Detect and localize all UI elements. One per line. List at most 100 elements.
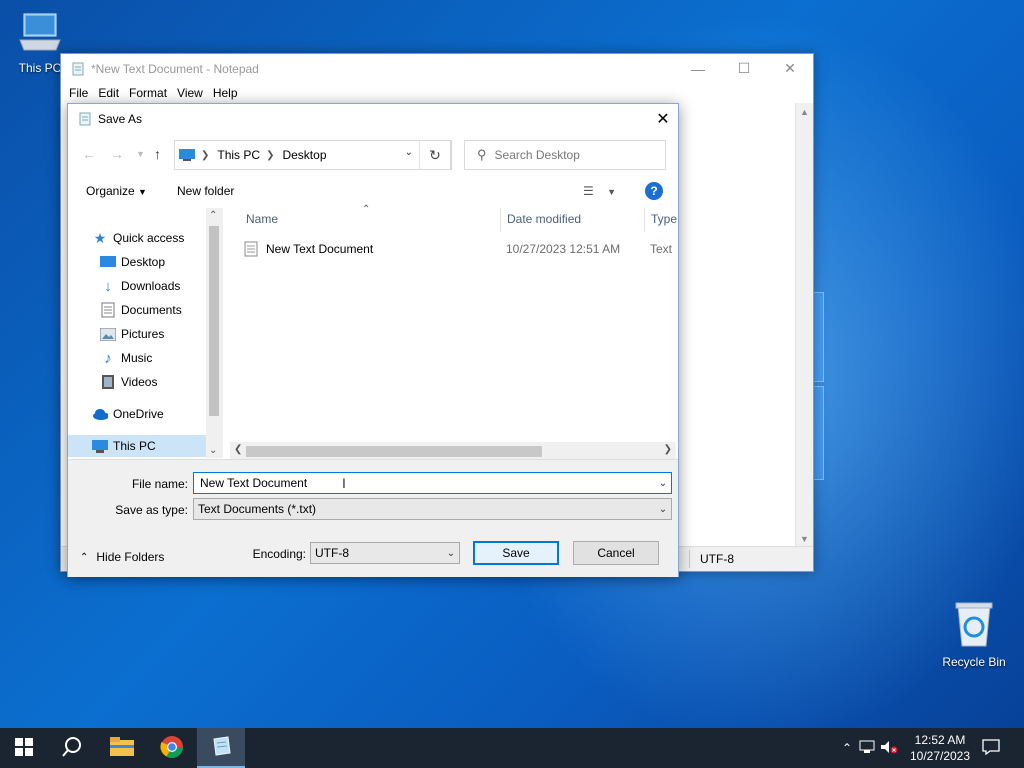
organize-label: Organize	[86, 184, 135, 198]
notepad-menu-bar: File Edit Format View Help	[61, 83, 813, 103]
hide-folders-label: Hide Folders	[96, 550, 165, 564]
desktop-folder-icon	[100, 254, 116, 270]
folder-icon	[110, 736, 134, 760]
notepad-vertical-scrollbar[interactable]: ▲ ▼	[795, 103, 813, 548]
star-icon: ★	[93, 229, 107, 246]
menu-edit[interactable]: Edit	[94, 86, 123, 100]
network-icon[interactable]	[856, 740, 878, 757]
file-explorer-taskbar-button[interactable]	[98, 728, 146, 768]
show-hidden-icons-button[interactable]: ⌃	[838, 741, 856, 755]
menu-view[interactable]: View	[173, 86, 207, 100]
music-icon: ♪	[104, 349, 112, 367]
tree-item-this-pc[interactable]: This PC	[68, 435, 206, 457]
search-icon	[61, 736, 83, 761]
column-header-name[interactable]: Name	[246, 206, 278, 232]
tree-item-documents[interactable]: Documents 📌	[100, 299, 223, 321]
recent-locations-button[interactable]: ▼	[136, 149, 145, 159]
tree-item-quick-access[interactable]: ★ Quick access	[92, 227, 223, 249]
minimize-button[interactable]: —	[675, 54, 721, 83]
notepad-taskbar-button[interactable]	[197, 728, 245, 768]
system-tray: ⌃	[838, 728, 900, 768]
tree-item-downloads[interactable]: ↓ Downloads 📌	[100, 275, 223, 297]
breadcrumb-desktop[interactable]: Desktop	[282, 148, 326, 162]
up-arrow-icon: ↑	[154, 146, 161, 162]
column-separator[interactable]	[644, 208, 645, 232]
refresh-icon: ↻	[429, 146, 441, 163]
search-box[interactable]: ⚲ Search Desktop	[464, 140, 666, 170]
dialog-footer: File name: New Text Document I ⌄ Save as…	[68, 459, 678, 577]
close-icon: ✕	[784, 60, 796, 76]
scroll-down-icon: ⌄	[209, 445, 218, 456]
address-bar[interactable]: ❯ This PC ❯ Desktop ⌄	[174, 140, 452, 170]
volume-muted-icon[interactable]	[878, 740, 900, 757]
navigation-pane-scrollbar[interactable]: ⌃ ⌄	[206, 208, 223, 458]
start-button[interactable]	[0, 728, 48, 768]
encoding-label: Encoding:	[252, 547, 306, 561]
search-taskbar-button[interactable]	[48, 728, 96, 768]
chrome-taskbar-button[interactable]	[148, 728, 196, 768]
hide-folders-button[interactable]: ⌃ Hide Folders	[80, 550, 164, 564]
file-name: New Text Document	[266, 242, 374, 256]
save-as-type-label: Save as type:	[115, 503, 188, 517]
chevron-up-icon: ⌃	[80, 551, 89, 563]
desktop-icon-recycle-bin[interactable]: Recycle Bin	[934, 600, 1014, 669]
scrollbar-thumb[interactable]	[209, 226, 219, 416]
text-file-icon	[244, 241, 260, 257]
tree-item-music[interactable]: ♪ Music	[100, 347, 223, 369]
encoding-select[interactable]: UTF-8 ⌄	[310, 542, 460, 564]
notifications-button[interactable]	[968, 728, 1014, 768]
command-bar: Organize ▼ New folder ☰ ▼ ?	[68, 178, 678, 206]
dialog-title-bar[interactable]: Save As ✕	[68, 104, 678, 134]
organize-button[interactable]: Organize ▼	[86, 184, 147, 198]
this-pc-icon	[92, 438, 108, 454]
tree-item-label: This PC	[113, 439, 156, 453]
menu-file[interactable]: File	[65, 86, 92, 100]
minimize-icon: —	[691, 60, 705, 77]
file-list-horizontal-scrollbar[interactable]: ❮ ❯	[230, 442, 676, 459]
dialog-close-button[interactable]: ✕	[648, 104, 678, 134]
back-button[interactable]: ←	[82, 146, 96, 162]
help-button[interactable]: ?	[645, 182, 663, 200]
forward-button[interactable]: →	[110, 146, 124, 162]
save-button[interactable]: Save	[473, 541, 559, 565]
tree-item-desktop[interactable]: Desktop 📌	[100, 251, 223, 273]
maximize-button[interactable]: ☐	[721, 54, 767, 83]
file-name-value: New Text Document	[200, 476, 308, 490]
navigation-pane: ★ Quick access Desktop 📌 ↓ Downloads 📌 D…	[68, 206, 223, 458]
scrollbar-thumb[interactable]	[246, 446, 542, 457]
new-folder-button[interactable]: New folder	[177, 184, 234, 198]
search-icon: ⚲	[477, 147, 487, 162]
tree-item-label: Music	[121, 351, 153, 365]
view-options-button[interactable]: ☰ ▼	[583, 184, 616, 198]
column-header-date-modified[interactable]: Date modified	[507, 206, 581, 232]
navigation-bar: ← → ▼ ↑ ❯ This PC ❯ Desktop ⌄ ↻ ⚲ Search…	[68, 138, 678, 172]
notepad-title-bar[interactable]: *New Text Document - Notepad — ☐ ✕	[61, 54, 813, 83]
save-as-dialog: Save As ✕ ← → ▼ ↑ ❯ This PC ❯ Desktop ⌄ …	[67, 103, 679, 577]
cancel-button[interactable]: Cancel	[573, 541, 659, 565]
videos-icon	[100, 374, 116, 390]
address-dropdown-button[interactable]: ⌄	[405, 147, 413, 158]
save-as-type-select[interactable]: Text Documents (*.txt) ⌄	[193, 498, 672, 520]
column-separator[interactable]	[500, 208, 501, 232]
chevron-down-icon[interactable]: ⌄	[655, 478, 671, 489]
file-name-input[interactable]: New Text Document I ⌄	[193, 472, 672, 494]
tree-item-onedrive[interactable]: OneDrive	[92, 403, 223, 425]
up-button[interactable]: ↑	[154, 146, 161, 162]
close-button[interactable]: ✕	[767, 54, 813, 83]
refresh-button[interactable]: ↻	[419, 140, 451, 170]
notepad-icon	[78, 112, 92, 126]
tree-item-label: Downloads	[121, 279, 181, 293]
notepad-title: *New Text Document - Notepad	[91, 61, 259, 76]
file-date-modified: 10/27/2023 12:51 AM	[506, 242, 621, 256]
tree-item-videos[interactable]: Videos	[100, 371, 223, 393]
column-header-type[interactable]: Type	[651, 206, 677, 232]
close-icon: ✕	[656, 111, 670, 128]
menu-format[interactable]: Format	[125, 86, 171, 100]
file-row[interactable]: New Text Document 10/27/2023 12:51 AM Te…	[244, 238, 674, 260]
pictures-icon	[100, 326, 116, 342]
breadcrumb-this-pc[interactable]: This PC	[217, 148, 260, 162]
tree-item-label: Pictures	[121, 327, 165, 341]
chevron-down-icon: ⌄	[446, 547, 456, 559]
tree-item-pictures[interactable]: Pictures 📌	[100, 323, 223, 345]
menu-help[interactable]: Help	[209, 86, 242, 100]
